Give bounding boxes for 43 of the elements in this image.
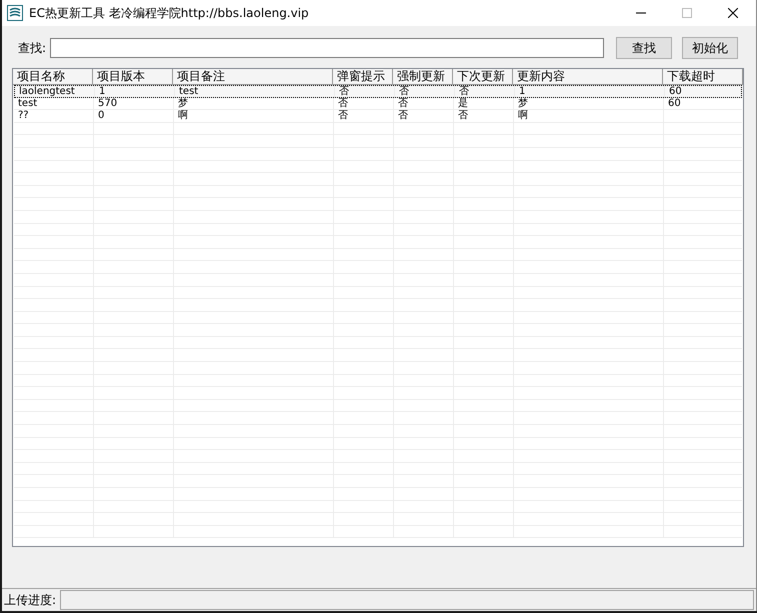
- table-cell: 60: [668, 98, 681, 109]
- column-header[interactable]: 项目版本: [93, 69, 173, 85]
- table-cell: ??: [18, 110, 29, 122]
- close-icon: [728, 8, 738, 18]
- table-cell: 梦: [178, 98, 188, 109]
- column-header[interactable]: 更新内容: [513, 69, 663, 85]
- init-button[interactable]: 初始化: [682, 37, 738, 59]
- column-header[interactable]: 项目名称: [13, 69, 93, 85]
- table-cell: 570: [98, 98, 118, 109]
- table-row[interactable]: ?? 0 啊 否 否 否 啊: [14, 110, 742, 123]
- table-cell: 否: [338, 110, 348, 122]
- window-title: EC热更新工具 老冷编程学院http://bbs.laoleng.vip: [29, 4, 309, 22]
- column-header[interactable]: 下次更新: [453, 69, 513, 85]
- search-label: 查找:: [18, 40, 46, 56]
- table-cell: 啊: [178, 110, 188, 122]
- column-header[interactable]: 强制更新: [393, 69, 453, 85]
- table-cell: 否: [398, 110, 408, 122]
- column-header[interactable]: 下载超时: [663, 69, 743, 85]
- table-cell: 60: [669, 86, 682, 97]
- table-cell: 否: [399, 86, 409, 97]
- table-cell: 0: [98, 110, 104, 122]
- upload-progress-label: 上传进度:: [3, 592, 56, 608]
- table-cell: test: [18, 98, 38, 109]
- table-cell: 否: [339, 86, 349, 97]
- search-field[interactable]: [50, 38, 604, 58]
- search-button[interactable]: 查找: [616, 37, 672, 59]
- table-cell: 梦: [518, 98, 528, 109]
- table-cell: 否: [398, 98, 408, 109]
- table-cell: test: [179, 86, 198, 97]
- app-icon: [7, 5, 23, 21]
- table-cell: 是: [458, 98, 468, 109]
- maximize-icon: [682, 8, 692, 18]
- table-row[interactable]: test 570 梦 否 否 是 梦 60: [14, 98, 742, 110]
- table-cell: 1: [99, 86, 106, 97]
- table-cell: 1: [519, 86, 526, 97]
- table-cell: 否: [459, 86, 469, 97]
- table-cell: laolengtest: [19, 86, 75, 97]
- table-row[interactable]: laolengtest 1 test 否 否 否 1 60: [14, 85, 742, 98]
- column-header[interactable]: 项目备注: [173, 69, 333, 85]
- column-header[interactable]: 弹窗提示: [333, 69, 393, 85]
- table-cell: 啊: [518, 110, 528, 122]
- table-cell: 否: [338, 98, 348, 109]
- table-cell: 否: [458, 110, 468, 122]
